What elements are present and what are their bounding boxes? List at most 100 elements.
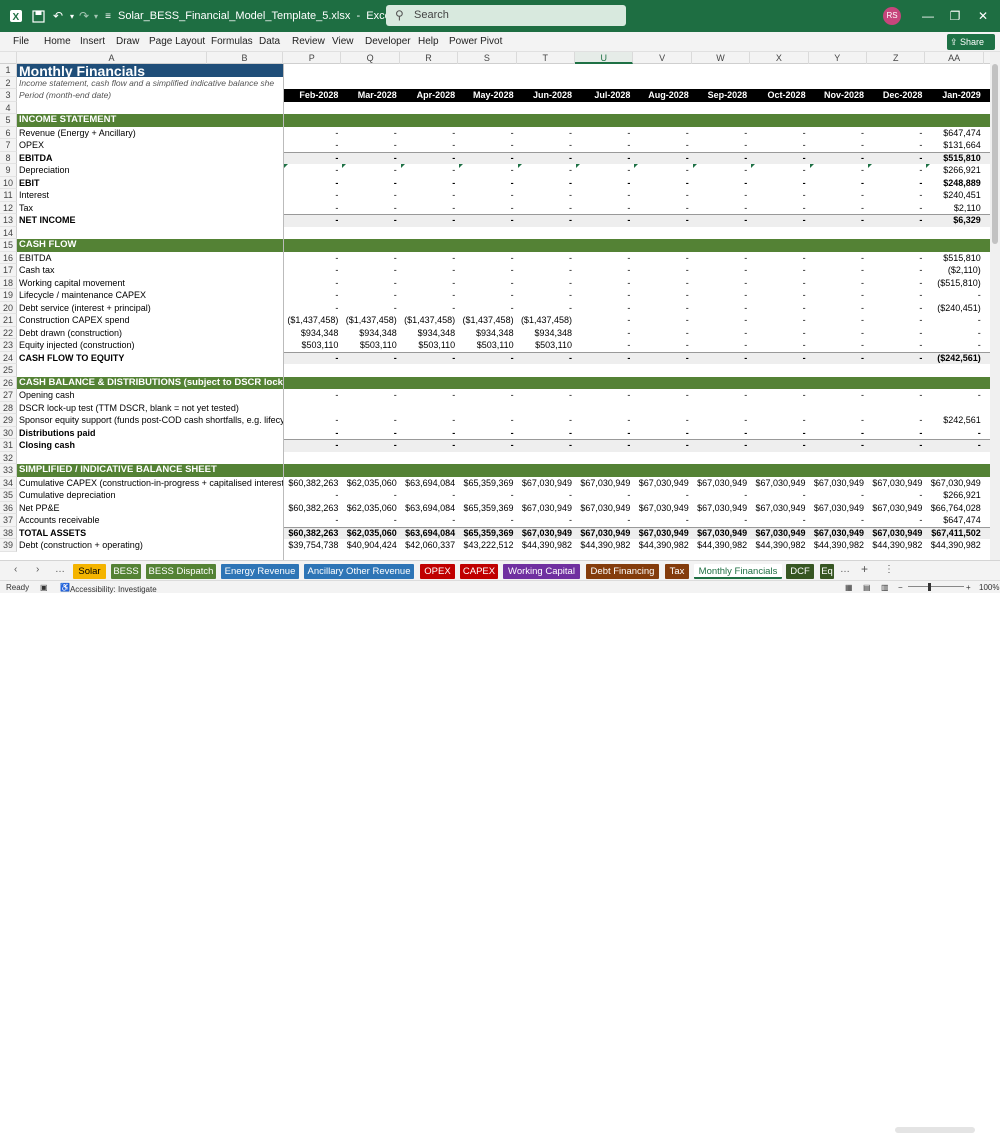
row-number[interactable]: 37 [0, 514, 17, 527]
value-cell[interactable]: - [400, 427, 458, 440]
value-cell[interactable]: $67,030,949 [575, 477, 633, 490]
value-cell[interactable]: $67,030,949 [809, 502, 867, 515]
value-cell[interactable]: $67,030,949 [867, 527, 925, 540]
value-cell[interactable]: - [458, 489, 516, 502]
row-number[interactable]: 36 [0, 501, 17, 514]
value-cell[interactable]: - [633, 514, 691, 527]
value-cell[interactable]: - [867, 214, 925, 227]
row-number[interactable]: 5 [0, 114, 17, 127]
value-cell[interactable]: $44,390,982 [633, 539, 691, 552]
value-cell[interactable]: Jun-2028 [517, 89, 575, 102]
value-cell[interactable]: - [341, 189, 399, 202]
value-cell[interactable]: - [575, 277, 633, 290]
sheet-tab-debt-financing[interactable]: Debt Financing [586, 564, 659, 579]
value-cell[interactable]: $515,810 [925, 152, 983, 165]
value-cell[interactable]: - [867, 352, 925, 365]
value-cell[interactable]: - [341, 389, 399, 402]
sheet-tab-tax[interactable]: Tax [665, 564, 689, 579]
next-sheet-icon[interactable]: › [36, 564, 39, 575]
value-cell[interactable]: - [341, 489, 399, 502]
value-cell[interactable]: - [283, 139, 341, 152]
value-cell[interactable]: Nov-2028 [809, 89, 867, 102]
value-cell[interactable] [283, 402, 341, 415]
menu-formulas[interactable]: Formulas [211, 36, 253, 47]
value-cell[interactable]: - [575, 214, 633, 227]
value-cell[interactable]: - [400, 489, 458, 502]
value-cell[interactable]: - [633, 439, 691, 452]
row-number[interactable]: 30 [0, 426, 17, 439]
value-cell[interactable]: $67,030,949 [517, 477, 575, 490]
value-cell[interactable]: - [809, 489, 867, 502]
value-cell[interactable]: $67,030,949 [575, 502, 633, 515]
value-cell[interactable]: - [633, 339, 691, 352]
row-label[interactable] [17, 452, 283, 465]
value-cell[interactable]: $67,030,949 [517, 527, 575, 540]
value-cell[interactable]: - [283, 352, 341, 365]
value-cell[interactable]: - [517, 264, 575, 277]
value-cell[interactable]: - [750, 214, 808, 227]
menu-insert[interactable]: Insert [80, 36, 105, 47]
column-header[interactable]: B [207, 52, 283, 64]
value-cell[interactable]: $266,921 [925, 164, 983, 177]
value-cell[interactable]: - [283, 152, 341, 165]
value-cell[interactable]: - [517, 439, 575, 452]
sheet-tab-dcf[interactable]: DCF [786, 564, 814, 579]
value-cell[interactable]: - [400, 414, 458, 427]
value-cell[interactable]: $67,411,502 [925, 527, 983, 540]
value-cell[interactable]: - [867, 152, 925, 165]
value-cell[interactable]: - [809, 427, 867, 440]
value-cell[interactable]: - [633, 389, 691, 402]
value-cell[interactable]: - [458, 152, 516, 165]
value-cell[interactable]: - [867, 264, 925, 277]
sheet-tab-capex[interactable]: CAPEX [460, 564, 498, 579]
value-cell[interactable]: - [517, 189, 575, 202]
value-cell[interactable]: - [458, 277, 516, 290]
value-cell[interactable]: $934,348 [283, 327, 341, 340]
value-cell[interactable]: - [867, 189, 925, 202]
value-cell[interactable]: - [517, 177, 575, 190]
value-cell[interactable]: - [283, 252, 341, 265]
value-cell[interactable]: - [400, 214, 458, 227]
value-cell[interactable]: - [458, 177, 516, 190]
row-number[interactable]: 4 [0, 101, 17, 114]
value-cell[interactable]: - [458, 414, 516, 427]
value-cell[interactable]: - [575, 164, 633, 177]
value-cell[interactable]: - [633, 352, 691, 365]
value-cell[interactable]: - [517, 514, 575, 527]
value-cell[interactable]: $65,359,369 [458, 527, 516, 540]
row-label[interactable]: Revenue (Energy + Ancillary) [17, 127, 283, 140]
spreadsheet-grid[interactable]: 1 Monthly Financials 2 Income statement, ca… [0, 64, 990, 560]
value-cell[interactable]: - [400, 252, 458, 265]
value-cell[interactable]: Feb-2028 [283, 89, 341, 102]
row-label[interactable]: Debt drawn (construction) [17, 327, 283, 340]
accessibility-status[interactable]: ♿ Accessibility: Investigate [60, 583, 157, 594]
value-cell[interactable]: - [633, 427, 691, 440]
share-button[interactable]: ⇪ Share [947, 34, 995, 50]
value-cell[interactable]: - [400, 139, 458, 152]
value-cell[interactable]: - [750, 439, 808, 452]
value-cell[interactable]: $67,030,949 [633, 477, 691, 490]
row-label[interactable] [17, 364, 283, 377]
value-cell[interactable]: - [925, 327, 983, 340]
prev-sheet-icon[interactable]: ‹ [14, 564, 17, 575]
value-cell[interactable]: $503,110 [400, 339, 458, 352]
value-cell[interactable]: - [517, 152, 575, 165]
value-cell[interactable]: $60,382,263 [283, 502, 341, 515]
value-cell[interactable]: - [633, 289, 691, 302]
value-cell[interactable]: - [750, 189, 808, 202]
row-label[interactable]: EBITDA [17, 252, 283, 265]
value-cell[interactable]: ($242,561) [925, 352, 983, 365]
value-cell[interactable]: - [575, 264, 633, 277]
value-cell[interactable]: - [575, 139, 633, 152]
value-cell[interactable]: - [867, 514, 925, 527]
value-cell[interactable]: ($1,437,458) [341, 314, 399, 327]
row-label[interactable]: Working capital movement [17, 277, 283, 290]
value-cell[interactable]: $67,030,949 [750, 477, 808, 490]
value-cell[interactable]: - [341, 177, 399, 190]
row-number[interactable]: 18 [0, 276, 17, 289]
value-cell[interactable]: $60,382,263 [283, 477, 341, 490]
value-cell[interactable]: $503,110 [458, 339, 516, 352]
value-cell[interactable]: - [633, 327, 691, 340]
value-cell[interactable]: $40,904,424 [341, 539, 399, 552]
row-number[interactable]: 11 [0, 189, 17, 202]
